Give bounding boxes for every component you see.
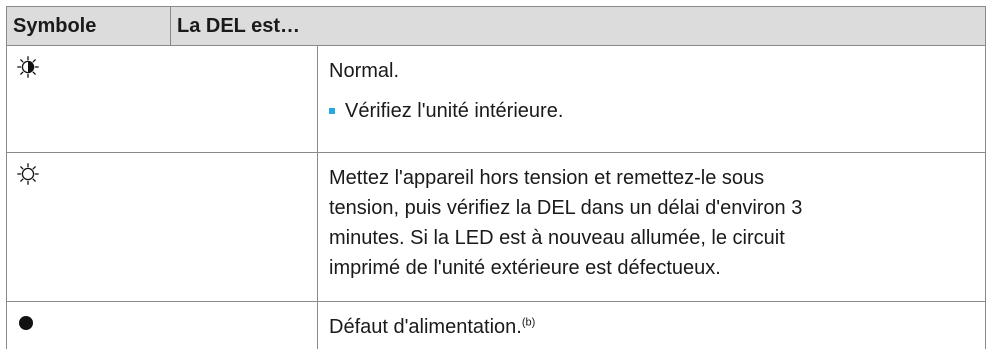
table-row: Défaut d'alimentation.(b) xyxy=(6,302,986,349)
bullet-text: Vérifiez l'unité intérieure. xyxy=(345,100,564,122)
text-line: imprimé de l'unité extérieure est défect… xyxy=(329,257,721,279)
text-line: minutes. Si la LED est à nouveau allumée… xyxy=(329,227,785,249)
bullet-icon xyxy=(329,108,335,114)
status-text: Défaut d'alimentation. xyxy=(329,316,522,338)
table-row: Normal. Vérifiez l'unité intérieure. xyxy=(6,46,986,153)
header-symbol: Symbole xyxy=(7,7,171,45)
row-description: Normal. Vérifiez l'unité intérieure. xyxy=(317,46,985,152)
bullet-item: Vérifiez l'unité intérieure. xyxy=(329,96,985,126)
text-line: Mettez l'appareil hors tension et remett… xyxy=(329,167,765,189)
table-header: Symbole La DEL est… xyxy=(6,6,986,46)
half-lit-led-icon xyxy=(17,56,39,78)
status-text: Normal. xyxy=(329,60,400,82)
footnote-reference: (b) xyxy=(521,316,536,329)
led-status-table: Symbole La DEL est… Normal. Vérifiez l'u… xyxy=(6,6,986,349)
row-description: Mettez l'appareil hors tension et remett… xyxy=(317,153,985,301)
text-line: tension, puis vérifiez la DEL dans un dé… xyxy=(329,197,803,219)
table-row: Mettez l'appareil hors tension et remett… xyxy=(6,153,986,302)
led-off-icon xyxy=(17,312,39,334)
led-on-icon xyxy=(17,163,39,185)
row-description: Défaut d'alimentation.(b) xyxy=(317,302,985,349)
header-led-state: La DEL est… xyxy=(177,15,300,37)
